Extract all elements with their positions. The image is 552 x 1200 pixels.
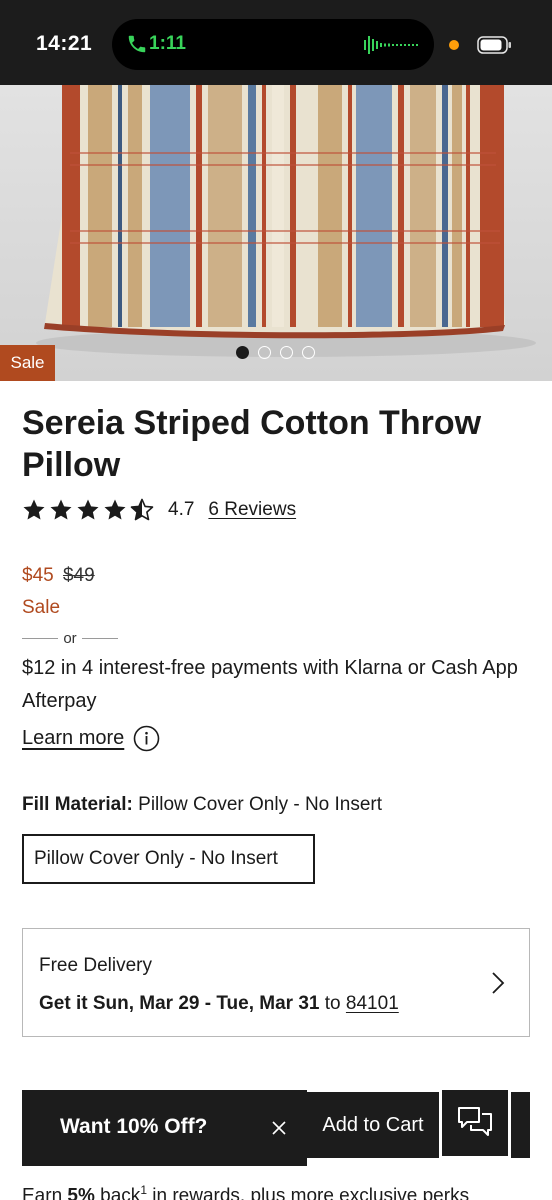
divider-line (22, 637, 59, 639)
rewards-rest: in rewards, plus more exclusive perks (152, 1185, 470, 1200)
rating-row: 4.7 6 Reviews (22, 497, 296, 523)
delivery-date-range: Get it Sun, Mar 29 - Tue, Mar 31 (39, 993, 320, 1014)
option-pillow-cover-only[interactable]: Pillow Cover Only - No Insert (22, 834, 315, 884)
carousel-dots[interactable] (236, 346, 315, 359)
delivery-title: Free Delivery (39, 955, 152, 976)
rating-value: 4.7 (168, 499, 195, 520)
star-full-icon (50, 499, 72, 520)
delivery-card[interactable]: Free Delivery Get it Sun, Mar 29 - Tue, … (22, 928, 530, 1037)
rating-stars (22, 498, 154, 522)
phone-icon (128, 35, 146, 53)
close-icon[interactable] (270, 1119, 288, 1137)
fill-material-label: Fill Material: (22, 794, 133, 815)
star-full-icon (23, 499, 45, 520)
product-image-carousel[interactable] (0, 85, 552, 381)
audio-wave-icon (364, 36, 418, 54)
scroll-edge-panel (511, 1092, 530, 1158)
zip-code-link[interactable]: 84101 (346, 993, 399, 1014)
star-full-icon (77, 499, 99, 520)
sale-badge: Sale (0, 345, 55, 381)
rewards-suffix: back (100, 1185, 141, 1200)
carousel-dot-2[interactable] (258, 346, 271, 359)
rewards-text: Earn 5% back1 in rewards, plus more excl… (22, 1183, 542, 1200)
status-bar: 14:21 1:11 (0, 0, 552, 85)
rewards-prefix: Earn (22, 1185, 63, 1200)
info-icon[interactable] (133, 725, 160, 752)
battery-icon (477, 36, 511, 54)
or-divider: or (22, 628, 118, 648)
carousel-dot-3[interactable] (280, 346, 293, 359)
or-text: or (63, 629, 77, 647)
original-price: $49 (62, 565, 95, 586)
product-image (0, 85, 552, 381)
fill-material-row: Fill Material: Pillow Cover Only - No In… (22, 794, 382, 816)
status-time: 14:21 (36, 32, 93, 55)
call-timer: 1:11 (149, 33, 186, 54)
call-pill[interactable]: 1:11 (112, 19, 434, 70)
carousel-dot-1[interactable] (236, 346, 249, 359)
promo-text: Want 10% Off? (60, 1115, 208, 1138)
fill-material-value: Pillow Cover Only - No Insert (138, 794, 383, 815)
price-row: $45 $49 (22, 565, 95, 587)
sale-label: Sale (22, 597, 61, 618)
delivery-date: Get it Sun, Mar 29 - Tue, Mar 31 to 8410… (39, 993, 399, 1015)
rewards-footnote: 1 (140, 1183, 147, 1197)
learn-more-link[interactable]: Learn more (22, 727, 124, 750)
product-title: Sereia Striped Cotton Throw Pillow (22, 404, 482, 484)
carousel-dot-4[interactable] (302, 346, 315, 359)
add-to-cart-button[interactable]: Add to Cart (307, 1092, 439, 1158)
mic-indicator-icon (449, 40, 459, 50)
chat-icon (458, 1107, 492, 1136)
promo-banner[interactable]: Want 10% Off? (22, 1090, 307, 1166)
installments-text: $12 in 4 interest-free payments with Kla… (22, 657, 518, 712)
delivery-to-label: to (324, 993, 341, 1014)
chevron-right-icon (492, 972, 505, 994)
rewards-percent: 5% (67, 1185, 95, 1200)
sale-price: $45 (22, 565, 54, 586)
divider-line (81, 637, 118, 639)
reviews-link[interactable]: 6 Reviews (208, 499, 296, 521)
star-half-icon (130, 498, 154, 521)
chat-button[interactable] (442, 1090, 508, 1156)
learn-more-row: Learn more (22, 725, 160, 752)
star-full-icon (104, 499, 126, 520)
